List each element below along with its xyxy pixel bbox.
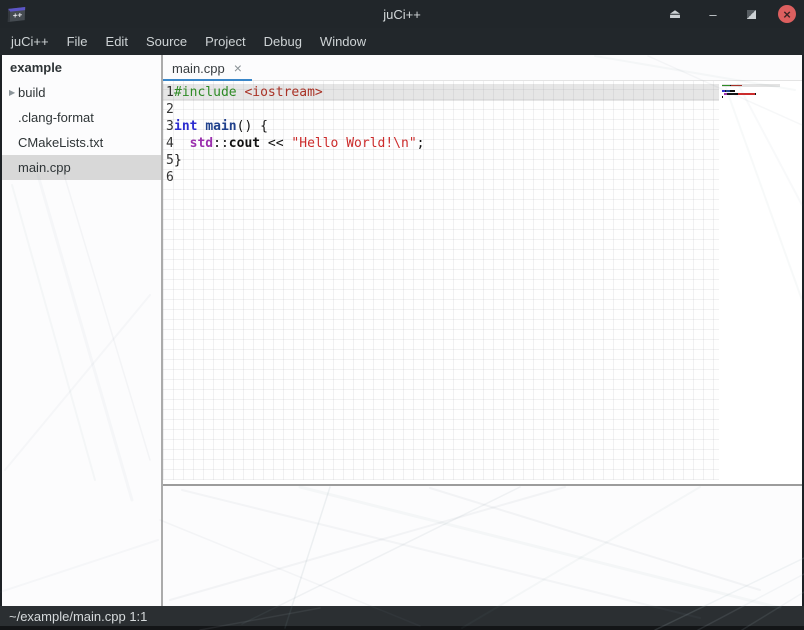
file-tree-items: ▶build .clang-format CMakeLists.txt main.cp… — [2, 80, 161, 180]
menu-item-edit[interactable]: Edit — [97, 28, 137, 55]
tree-item-build[interactable]: ▶build — [2, 80, 161, 105]
line-number: 6 — [163, 169, 173, 186]
titlebar: ++ juCi++ ⏏ – × — [0, 0, 804, 28]
app-logo-icon: ++ — [8, 7, 25, 22]
code-line-4: 4 std::cout << "Hello World!\n"; — [163, 135, 719, 152]
minimap[interactable] — [719, 81, 802, 480]
restore-window-icon[interactable] — [740, 3, 762, 25]
statusbar-path-position: ~/example/main.cpp 1:1 — [9, 609, 147, 624]
menu-item-file[interactable]: File — [58, 28, 97, 55]
line-text: } — [173, 152, 182, 169]
vertical-splitter[interactable] — [161, 55, 163, 606]
code-line-3: 3int main() { — [163, 118, 719, 135]
minimize-window-icon[interactable]: – — [702, 3, 724, 25]
line-number: 5 — [163, 152, 173, 169]
line-text — [173, 101, 174, 118]
line-text: std::cout << "Hello World!\n"; — [173, 135, 424, 152]
line-number: 3 — [163, 118, 173, 135]
terminal-panel[interactable] — [163, 486, 802, 606]
statusbar: ~/example/main.cpp 1:1 — [0, 606, 804, 630]
line-text: #include <iostream> — [173, 84, 323, 101]
shade-window-icon[interactable]: ⏏ — [664, 3, 686, 25]
code-line-5: 5} — [163, 152, 719, 169]
minimap-line — [722, 98, 780, 101]
content-area: example ▶build .clang-format CMakeLists.tx… — [0, 55, 804, 606]
line-number: 1 — [163, 84, 173, 101]
tab-close-icon[interactable]: × — [234, 61, 242, 75]
tab-label: main.cpp — [172, 61, 225, 76]
line-text: int main() { — [173, 118, 268, 135]
editor-column: main.cpp × 1#include <iostream>23int mai… — [163, 55, 802, 606]
tree-item-clang-format[interactable]: .clang-format — [2, 105, 161, 130]
tree-item-label: main.cpp — [18, 160, 71, 175]
app-window: ++ juCi++ ⏏ – × juCi++FileEditSourceProj… — [0, 0, 804, 630]
tab-main-cpp[interactable]: main.cpp × — [163, 55, 252, 81]
code-editor[interactable]: 1#include <iostream>23int main() {4 std:… — [163, 81, 719, 480]
close-window-icon[interactable]: × — [778, 5, 796, 23]
code-line-1: 1#include <iostream> — [163, 84, 719, 101]
window-controls: ⏏ – × — [664, 0, 796, 28]
menu-item-source[interactable]: Source — [137, 28, 196, 55]
menu-item-debug[interactable]: Debug — [255, 28, 311, 55]
menu-item-project[interactable]: Project — [196, 28, 254, 55]
line-number: 4 — [163, 135, 173, 152]
tree-item-main-cpp[interactable]: main.cpp — [2, 155, 161, 180]
expander-icon[interactable]: ▶ — [2, 88, 18, 97]
tree-root-example[interactable]: example — [2, 55, 161, 80]
menubar: juCi++FileEditSourceProjectDebugWindow — [0, 28, 804, 55]
tree-item-label: build — [18, 85, 45, 100]
menu-item-juci[interactable]: juCi++ — [2, 28, 58, 55]
minimap-content — [722, 84, 780, 101]
editor-area: 1#include <iostream>23int main() {4 std:… — [163, 81, 802, 484]
menu-item-window[interactable]: Window — [311, 28, 375, 55]
line-number: 2 — [163, 101, 173, 118]
tree-item-cmakelists-txt[interactable]: CMakeLists.txt — [2, 130, 161, 155]
code-lines: 1#include <iostream>23int main() {4 std:… — [163, 84, 719, 186]
code-line-6: 6 — [163, 169, 719, 186]
code-line-2: 2 — [163, 101, 719, 118]
tab-bar: main.cpp × — [163, 55, 802, 81]
tree-item-label: .clang-format — [18, 110, 94, 125]
restore-glyph — [747, 10, 756, 19]
line-text — [173, 169, 174, 186]
file-tree-panel: example ▶build .clang-format CMakeLists.tx… — [2, 55, 161, 606]
tree-item-label: CMakeLists.txt — [18, 135, 103, 150]
